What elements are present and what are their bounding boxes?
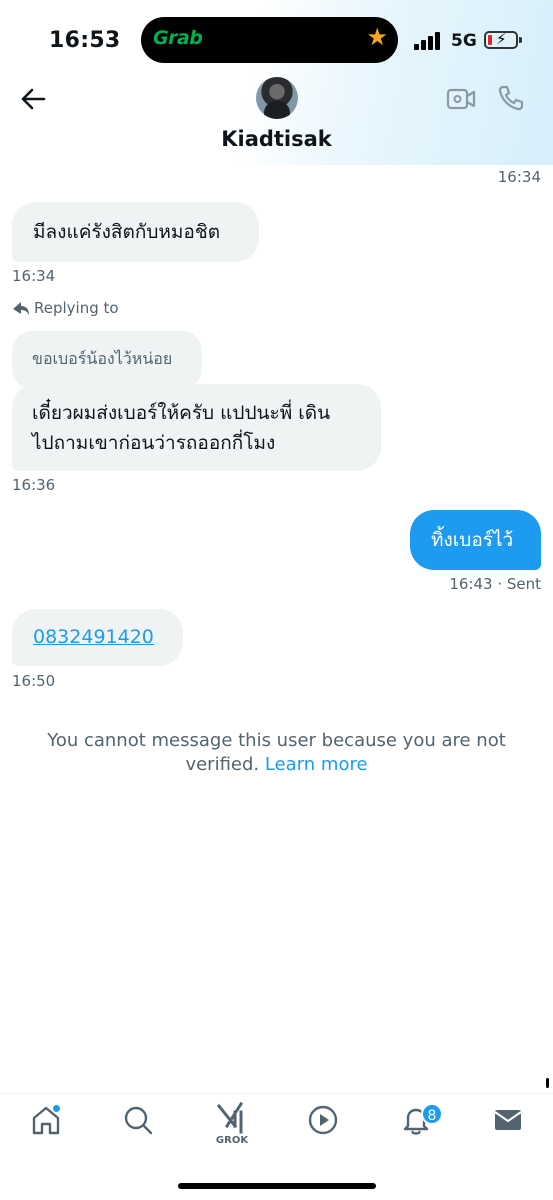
notifications-badge: 8 <box>421 1103 443 1125</box>
mail-icon[interactable] <box>492 1104 532 1144</box>
star-icon: ★ <box>366 23 388 51</box>
play-icon[interactable] <box>307 1104 347 1144</box>
replying-to-label: Replying to <box>12 299 119 317</box>
verification-notice: You cannot message this user because you… <box>47 730 506 775</box>
home-unread-dot <box>52 1104 61 1113</box>
message-timestamp: 16:36 <box>12 476 56 494</box>
status-time: 16:53 <box>49 28 121 53</box>
back-arrow-icon[interactable] <box>18 84 48 114</box>
dynamic-island[interactable]: Grab ★ <box>141 17 398 63</box>
search-icon[interactable] <box>122 1104 162 1144</box>
contact-name[interactable]: Kiadtisak <box>0 127 553 151</box>
message-text: มีลงแค่รังสิตกับหมอชิต <box>33 221 221 243</box>
learn-more-link[interactable]: Learn more <box>265 754 368 775</box>
message-text-line: เดี๋ยวผมส่งเบอร์ให้ครับ แปปนะพี่ เดิน <box>32 402 331 424</box>
reply-arrow-icon <box>13 302 29 315</box>
signal-icon <box>414 30 442 50</box>
phone-icon[interactable] <box>497 84 525 112</box>
battery-icon: ⚡ <box>484 30 522 49</box>
scrollbar[interactable] <box>546 1078 549 1088</box>
avatar[interactable] <box>256 77 298 119</box>
message-timestamp: 16:50 <box>12 672 56 690</box>
message-timestamp: 16:43 · Sent <box>449 575 541 593</box>
home-icon[interactable] <box>30 1104 70 1144</box>
message-text: ทิ้งเบอร์ไว้ <box>431 529 514 551</box>
grok-label: GROK <box>215 1135 249 1146</box>
message-timestamp: 16:34 <box>497 168 541 186</box>
home-indicator[interactable] <box>178 1183 376 1189</box>
network-label: 5G <box>451 31 477 51</box>
incoming-message-bubble[interactable]: 0832491420 <box>12 609 183 666</box>
message-timestamp: 16:34 <box>12 267 56 285</box>
reply-quote[interactable]: ขอเบอร์น้องไว้หน่อย <box>12 331 202 389</box>
video-camera-icon[interactable] <box>446 86 476 112</box>
message-text-line: ไปถามเขาก่อนว่ารถออกกี่โมง <box>32 432 276 454</box>
incoming-message-bubble[interactable]: มีลงแค่รังสิตกับหมอชิต <box>12 202 259 262</box>
grab-label: Grab <box>153 27 203 49</box>
reply-quote-text: ขอเบอร์น้องไว้หน่อย <box>32 349 173 368</box>
outgoing-message-bubble[interactable]: ทิ้งเบอร์ไว้ <box>410 510 541 570</box>
incoming-message-bubble[interactable]: เดี๋ยวผมส่งเบอร์ให้ครับ แปปนะพี่ เดิน ไป… <box>12 384 381 471</box>
phone-number-link[interactable]: 0832491420 <box>33 626 154 648</box>
